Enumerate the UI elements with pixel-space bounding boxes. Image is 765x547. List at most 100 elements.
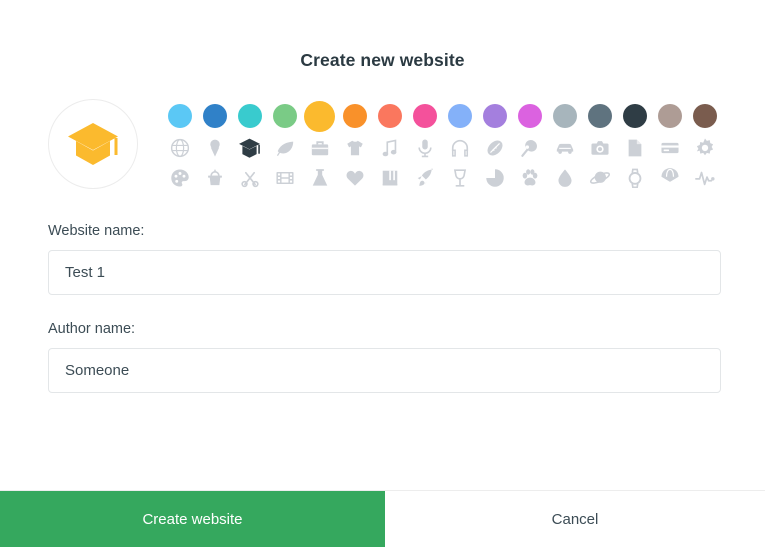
- author-name-field: Author name:: [48, 321, 721, 393]
- leaf-icon: [276, 141, 293, 156]
- icon-option-car-icon[interactable]: [547, 133, 582, 163]
- gear-icon: [696, 138, 713, 156]
- cancel-button[interactable]: Cancel: [385, 491, 765, 547]
- wine-glass-icon: [453, 169, 466, 187]
- icon-option-flask-icon[interactable]: [302, 163, 337, 193]
- dialog-footer: Create website Cancel: [0, 490, 765, 547]
- color-swatch-magenta[interactable]: [512, 99, 547, 133]
- box-icon: [239, 138, 260, 158]
- icon-option-gear-icon[interactable]: [687, 133, 722, 163]
- planet-icon: [589, 171, 610, 184]
- swatch-dot: [272, 104, 297, 128]
- globe-icon: [170, 138, 189, 158]
- file-icon: [628, 139, 641, 157]
- headphones-icon: [451, 139, 468, 157]
- icon-option-watch-icon[interactable]: [617, 163, 652, 193]
- rocket-icon: [417, 168, 433, 186]
- icon-option-pie-chart-icon[interactable]: [477, 163, 512, 193]
- watch-icon: [628, 168, 641, 188]
- color-swatch-teal[interactable]: [232, 99, 267, 133]
- color-swatch-blue[interactable]: [197, 99, 232, 133]
- website-name-field: Website name:: [48, 223, 721, 295]
- form-area: Website name: Author name:: [0, 223, 765, 393]
- icon-option-music-note-icon[interactable]: [372, 133, 407, 163]
- paw-icon: [522, 169, 537, 186]
- camera-icon: [590, 141, 609, 155]
- icon-option-pingpong-paddle-icon[interactable]: [512, 133, 547, 163]
- color-swatch-slate[interactable]: [582, 99, 617, 133]
- swatch-dot: [692, 104, 717, 128]
- color-swatch-periwinkle[interactable]: [442, 99, 477, 133]
- icon-option-football-icon[interactable]: [477, 133, 512, 163]
- briefcase-icon: [311, 141, 328, 156]
- music-note-icon: [382, 139, 396, 157]
- icon-option-film-icon[interactable]: [267, 163, 302, 193]
- swatch-dot: [304, 100, 335, 132]
- icon-option-planet-icon[interactable]: [582, 163, 617, 193]
- swatch-dot: [167, 104, 192, 128]
- swatch-dot: [622, 104, 647, 128]
- swatch-dot: [587, 104, 612, 128]
- icon-option-file-icon[interactable]: [617, 133, 652, 163]
- icon-option-wine-glass-icon[interactable]: [442, 163, 477, 193]
- icon-row-one: [162, 133, 722, 163]
- color-swatch-taupe[interactable]: [652, 99, 687, 133]
- color-swatch-pink[interactable]: [407, 99, 442, 133]
- icon-option-box-icon[interactable]: [232, 133, 267, 163]
- palette-icon: [170, 169, 189, 187]
- color-swatch-coral[interactable]: [372, 99, 407, 133]
- icon-option-headphones-icon[interactable]: [442, 133, 477, 163]
- icon-option-rocket-icon[interactable]: [407, 163, 442, 193]
- icon-option-parachute-icon[interactable]: [652, 163, 687, 193]
- color-swatch-green[interactable]: [267, 99, 302, 133]
- icon-option-water-drop-icon[interactable]: [547, 163, 582, 193]
- basket-icon: [207, 169, 222, 186]
- swatch-dot: [342, 104, 367, 128]
- website-name-label: Website name:: [48, 223, 145, 239]
- icon-option-microphone-icon[interactable]: [407, 133, 442, 163]
- pie-chart-icon: [485, 169, 504, 187]
- icon-option-tshirt-icon[interactable]: [337, 133, 372, 163]
- icon-option-scissors-icon[interactable]: [232, 163, 267, 193]
- icon-option-camera-icon[interactable]: [582, 133, 617, 163]
- icon-option-palette-icon[interactable]: [162, 163, 197, 193]
- icon-option-leaf-icon[interactable]: [267, 133, 302, 163]
- icon-option-ice-cream-icon[interactable]: [197, 133, 232, 163]
- icon-option-basket-icon[interactable]: [197, 163, 232, 193]
- icon-option-heart-icon[interactable]: [337, 163, 372, 193]
- swatch-dot: [482, 104, 507, 128]
- parachute-icon: [660, 168, 679, 187]
- icon-option-briefcase-icon[interactable]: [302, 133, 337, 163]
- color-swatch-amber[interactable]: [302, 99, 337, 133]
- swatch-dot: [517, 104, 542, 128]
- credit-card-icon: [660, 142, 679, 154]
- icon-option-book-icon[interactable]: [372, 163, 407, 193]
- color-swatch-light-blue[interactable]: [162, 99, 197, 133]
- swatch-dot: [447, 104, 472, 128]
- author-name-input[interactable]: [48, 348, 721, 393]
- color-swatch-dark-navy[interactable]: [617, 99, 652, 133]
- color-swatch-brown[interactable]: [687, 99, 722, 133]
- icon-option-globe-icon[interactable]: [162, 133, 197, 163]
- ice-cream-icon: [209, 139, 220, 157]
- heart-icon: [346, 170, 363, 186]
- icon-option-credit-card-icon[interactable]: [652, 133, 687, 163]
- create-website-button[interactable]: Create website: [0, 491, 385, 547]
- color-swatch-orange[interactable]: [337, 99, 372, 133]
- swatch-dot: [377, 104, 402, 128]
- page-title: Create new website: [300, 50, 465, 70]
- color-swatch-row: [162, 99, 722, 133]
- scissors-icon: [240, 171, 259, 188]
- icon-option-heartbeat-icon[interactable]: [687, 163, 722, 193]
- appearance-picker: [0, 71, 765, 193]
- tshirt-icon: [346, 140, 363, 156]
- icon-option-paw-icon[interactable]: [512, 163, 547, 193]
- color-swatch-purple[interactable]: [477, 99, 512, 133]
- pingpong-paddle-icon: [520, 140, 537, 157]
- box-icon: [68, 123, 118, 165]
- icon-preview: [48, 99, 138, 189]
- color-swatch-slate-light[interactable]: [547, 99, 582, 133]
- flask-icon: [312, 169, 327, 186]
- website-name-input[interactable]: [48, 250, 721, 295]
- football-icon: [487, 140, 502, 156]
